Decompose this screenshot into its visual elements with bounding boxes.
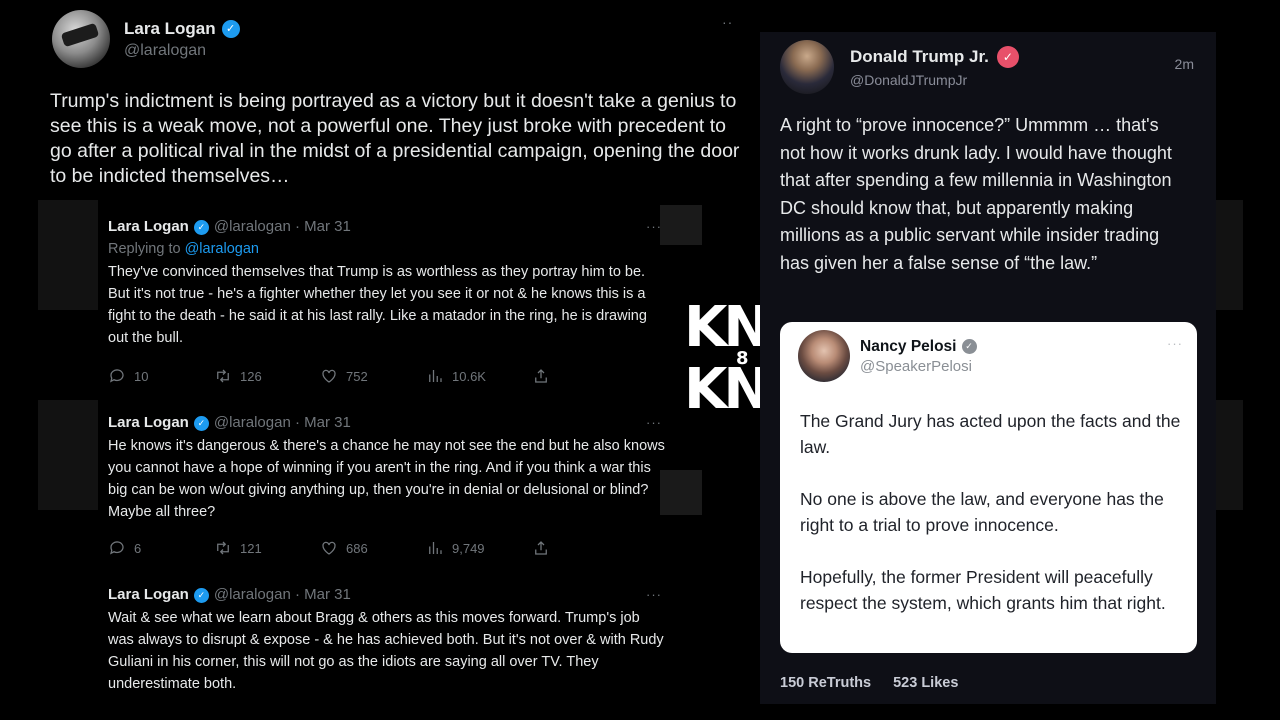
- views-icon: [429, 370, 442, 382]
- reply-icon: [110, 369, 124, 383]
- more-options-icon[interactable]: ··: [722, 14, 733, 30]
- thread-reply[interactable]: Lara Logan ✓ @laralogan · Mar 31 ··· He …: [108, 412, 668, 523]
- retweet-button[interactable]: 121: [214, 539, 320, 557]
- reply-author-name[interactable]: Lara Logan: [108, 216, 189, 238]
- reply-header: Lara Logan ✓ @laralogan · Mar 31: [108, 584, 668, 606]
- truth-social-post: Donald Trump Jr. ✓ @DonaldJTrumpJr 2m A …: [760, 32, 1216, 704]
- retweet-button[interactable]: 126: [214, 367, 320, 385]
- retweet-icon: [217, 541, 229, 555]
- post-text: A right to “prove innocence?” Ummmm … th…: [780, 115, 1172, 273]
- more-options-icon[interactable]: ···: [646, 216, 662, 238]
- author-handle[interactable]: @laralogan: [124, 42, 240, 60]
- background-shape: [1215, 200, 1243, 310]
- author-handle[interactable]: @DonaldJTrumpJr: [850, 72, 1019, 88]
- quoted-author-handle[interactable]: @SpeakerPelosi: [860, 358, 977, 375]
- more-options-icon[interactable]: ···: [646, 412, 662, 434]
- more-options-icon[interactable]: ···: [1167, 336, 1183, 351]
- reply-author-name[interactable]: Lara Logan: [108, 412, 189, 434]
- author-name-row: Donald Trump Jr. ✓: [850, 46, 1019, 68]
- author-name-row: Lara Logan ✓: [124, 19, 240, 39]
- main-tweet-text: Trump's indictment is being portrayed as…: [50, 90, 740, 187]
- reply-header: Lara Logan ✓ @laralogan · Mar 31: [108, 216, 668, 238]
- verified-badge-icon: ✓: [961, 339, 977, 354]
- replying-to-link[interactable]: @laralogan: [185, 241, 259, 257]
- background-shape: [38, 400, 98, 510]
- tweet-actions: 10 126 752 10.6K: [108, 367, 588, 385]
- retweet-icon: [217, 369, 229, 383]
- post-stats: 150 ReTruths 523 Likes: [780, 675, 958, 691]
- reply-meta: @laralogan · Mar 31: [213, 414, 351, 431]
- reply-icon: [110, 541, 124, 555]
- quoted-author-name[interactable]: Nancy Pelosi: [860, 338, 957, 356]
- quoted-header: Nancy Pelosi ✓ @SpeakerPelosi: [798, 330, 977, 382]
- channel-logo: KN 8 KN: [684, 300, 770, 418]
- reply-text: They've convinced themselves that Trump …: [108, 264, 647, 346]
- quoted-paragraph: The Grand Jury has acted upon the facts …: [800, 411, 1181, 457]
- verified-badge-icon: ✓: [221, 19, 240, 38]
- reply-text: He knows it's dangerous & there's a chan…: [108, 438, 665, 520]
- avatar[interactable]: [52, 10, 110, 68]
- verified-badge-icon: ✓: [996, 46, 1019, 68]
- author-name[interactable]: Lara Logan: [124, 19, 216, 39]
- likes-count[interactable]: 523 Likes: [893, 675, 958, 691]
- background-shape: [38, 200, 98, 310]
- share-icon: [535, 369, 547, 383]
- more-options-icon[interactable]: ···: [646, 584, 662, 606]
- quoted-paragraph: No one is above the law, and everyone ha…: [800, 489, 1164, 535]
- author-name[interactable]: Donald Trump Jr.: [850, 47, 989, 67]
- tweet-actions: 6 121 686 9,749: [108, 539, 588, 557]
- main-tweet-header: Lara Logan ✓ @laralogan: [52, 10, 240, 68]
- reply-button[interactable]: 10: [108, 367, 214, 385]
- heart-icon: [322, 369, 336, 383]
- like-button[interactable]: 686: [320, 539, 426, 557]
- reply-author-name[interactable]: Lara Logan: [108, 584, 189, 606]
- logo-bottom: KN: [684, 357, 770, 422]
- post-header: Donald Trump Jr. ✓ @DonaldJTrumpJr: [780, 40, 1019, 94]
- views-button[interactable]: 10.6K: [426, 367, 532, 385]
- reply-text: Wait & see what we learn about Bragg & o…: [108, 610, 664, 692]
- retruths-count[interactable]: 150 ReTruths: [780, 675, 871, 691]
- replying-to: Replying to @laralogan: [108, 241, 259, 257]
- quoted-tweet-card[interactable]: Nancy Pelosi ✓ @SpeakerPelosi ··· The Gr…: [780, 322, 1197, 653]
- avatar[interactable]: [780, 40, 834, 94]
- quoted-paragraph: Hopefully, the former President will pea…: [800, 567, 1166, 613]
- logo-top: KN: [684, 295, 770, 360]
- reply-header: Lara Logan ✓ @laralogan · Mar 31: [108, 412, 668, 434]
- views-button[interactable]: 9,749: [426, 539, 532, 557]
- quoted-author-name-row: Nancy Pelosi ✓: [860, 338, 977, 356]
- views-icon: [429, 542, 442, 554]
- thread-reply[interactable]: Lara Logan ✓ @laralogan · Mar 31 ··· Rep…: [108, 216, 668, 349]
- share-button[interactable]: [532, 367, 572, 385]
- share-icon: [535, 541, 547, 555]
- post-timestamp[interactable]: 2m: [1175, 56, 1194, 72]
- share-button[interactable]: [532, 539, 572, 557]
- verified-badge-icon: ✓: [193, 415, 209, 431]
- thread-reply[interactable]: Lara Logan ✓ @laralogan · Mar 31 ··· Wai…: [108, 584, 668, 695]
- avatar[interactable]: [798, 330, 850, 382]
- heart-icon: [322, 541, 336, 555]
- reply-button[interactable]: 6: [108, 539, 214, 557]
- reply-meta: @laralogan · Mar 31: [213, 218, 351, 235]
- verified-badge-icon: ✓: [193, 587, 209, 603]
- background-shape: [1215, 400, 1243, 510]
- reply-meta: @laralogan · Mar 31: [213, 586, 351, 603]
- like-button[interactable]: 752: [320, 367, 426, 385]
- verified-badge-icon: ✓: [193, 219, 209, 235]
